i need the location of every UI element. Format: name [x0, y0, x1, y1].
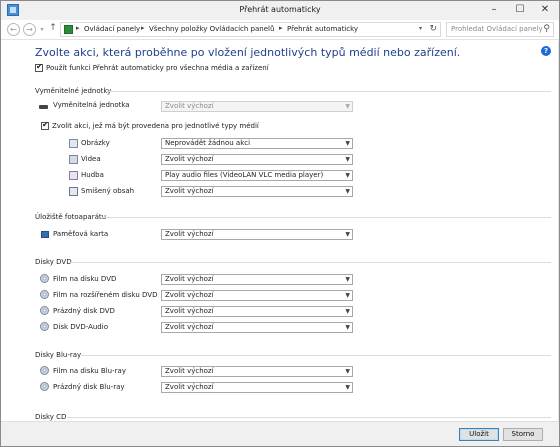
save-button[interactable]: Uložit — [459, 428, 499, 441]
memory-card-icon — [41, 231, 49, 238]
bluray-movie-action-select[interactable]: Zvolit výchozí ▼ — [161, 366, 353, 377]
removable-drive-select: Zvolit výchozí ▼ — [161, 101, 353, 112]
removable-drive-label: Vyměnitelná jednotka — [53, 101, 130, 109]
blank-dvd-action-select[interactable]: Zvolit výchozí ▼ — [161, 306, 353, 317]
pictures-action-select[interactable]: Neprovádět žádnou akci ▼ — [161, 138, 353, 149]
back-arrow-icon[interactable]: ← — [7, 23, 20, 36]
recent-locations-chevron-icon[interactable]: ▾ — [38, 24, 46, 37]
cancel-button[interactable]: Storno — [503, 428, 543, 441]
dvd-audio-action-select[interactable]: Zvolit výchozí ▼ — [161, 322, 353, 333]
page-heading: Zvolte akci, která proběhne po vložení j… — [35, 46, 461, 59]
use-autoplay-label[interactable]: Použít funkci Přehrát automaticky pro vš… — [46, 64, 269, 72]
control-panel-icon — [64, 25, 73, 34]
refresh-icon[interactable]: ↻ — [429, 24, 437, 34]
video-action-select[interactable]: Zvolit výchozí ▼ — [161, 154, 353, 165]
video-icon — [69, 155, 78, 164]
maximize-button[interactable]: ☐ — [507, 1, 533, 20]
chevron-down-icon: ▼ — [345, 140, 350, 147]
pictures-icon — [69, 139, 78, 148]
navigation-bar: ← → ▾ ↑ ▸ Ovládací panely ▸ Všechny polo… — [1, 20, 559, 40]
memory-card-label: Paměťová karta — [53, 230, 109, 238]
section-divider — [69, 262, 551, 263]
dvd-disc-icon — [40, 306, 49, 315]
close-button[interactable]: ✕ — [531, 1, 559, 20]
media-label-mixed: Smíšený obsah — [81, 187, 135, 195]
chevron-down-icon: ▼ — [345, 384, 350, 391]
search-placeholder: Prohledat Ovládací panely — [451, 25, 543, 33]
address-bar[interactable]: ▸ Ovládací panely ▸ Všechny položky Ovlá… — [60, 22, 441, 37]
autoplay-window: Přehrát automaticky – ☐ ✕ ← → ▾ ↑ ▸ Ovlá… — [0, 0, 560, 447]
forward-arrow-icon[interactable]: → — [23, 23, 36, 36]
media-label-pictures: Obrázky — [81, 139, 110, 147]
chevron-down-icon: ▼ — [345, 324, 350, 331]
dvd-disc-icon — [40, 322, 49, 331]
section-title-cd: Disky CD — [35, 413, 67, 421]
chevron-down-icon: ▼ — [345, 103, 350, 110]
section-title-removable: Vyměnitelné jednotky — [35, 87, 112, 95]
chevron-down-icon: ▼ — [345, 292, 350, 299]
bluray-disc-icon — [40, 366, 49, 375]
breadcrumb-separator-icon[interactable]: ▸ — [279, 24, 283, 32]
section-title-bluray: Disky Blu-ray — [35, 351, 82, 359]
search-box[interactable]: Prohledat Ovládací panely ⚲ — [446, 22, 554, 37]
mixed-content-icon — [69, 187, 78, 196]
address-dropdown-chevron-icon[interactable]: ▾ — [419, 25, 422, 32]
media-label-music: Hudba — [81, 171, 104, 179]
breadcrumb-control-panel[interactable]: Ovládací panely — [84, 25, 140, 33]
chevron-down-icon: ▼ — [345, 276, 350, 283]
dvd-disc-icon — [40, 274, 49, 283]
bluray-movie-label: Film na disku Blu-ray — [53, 367, 126, 375]
memory-card-action-select[interactable]: Zvolit výchozí ▼ — [161, 229, 353, 240]
title-bar[interactable]: Přehrát automaticky – ☐ ✕ — [1, 1, 559, 20]
chevron-down-icon: ▼ — [345, 156, 350, 163]
breadcrumb-autoplay[interactable]: Přehrát automaticky — [287, 25, 358, 33]
search-icon[interactable]: ⚲ — [543, 24, 550, 34]
blank-bluray-action-select[interactable]: Zvolit výchozí ▼ — [161, 382, 353, 393]
section-title-camera: Úložiště fotoaparátu — [35, 213, 107, 221]
dvd-movie-label: Film na disku DVD — [53, 275, 117, 283]
mixed-content-action-select[interactable]: Zvolit výchozí ▼ — [161, 186, 353, 197]
chevron-down-icon: ▼ — [345, 172, 350, 179]
breadcrumb-all-items[interactable]: Všechny položky Ovládacích panelů — [149, 25, 274, 33]
blank-dvd-label: Prázdný disk DVD — [53, 307, 115, 315]
per-media-type-checkbox[interactable] — [41, 120, 49, 130]
media-label-video: Videa — [81, 155, 101, 163]
use-autoplay-checkbox[interactable] — [35, 62, 43, 72]
breadcrumb-separator-icon[interactable]: ▸ — [141, 24, 145, 32]
help-icon[interactable]: ? — [541, 46, 551, 56]
settings-content: ? Zvolte akci, která proběhne po vložení… — [1, 41, 559, 421]
removable-drive-icon — [39, 105, 48, 109]
dvd-audio-label: Disk DVD-Audio — [53, 323, 108, 331]
section-divider — [101, 217, 551, 218]
per-media-type-label[interactable]: Zvolit akci, jež má být provedena pro je… — [52, 122, 259, 130]
chevron-down-icon: ▼ — [345, 368, 350, 375]
music-action-select[interactable]: Play audio files (VideoLAN VLC media pla… — [161, 170, 353, 181]
bluray-disc-icon — [40, 382, 49, 391]
chevron-down-icon: ▼ — [345, 231, 350, 238]
section-title-dvd: Disky DVD — [35, 258, 72, 266]
section-divider — [81, 355, 551, 356]
enhanced-dvd-movie-label: Film na rozšířeném disku DVD — [53, 291, 158, 299]
section-divider — [67, 417, 551, 418]
enhanced-dvd-movie-action-select[interactable]: Zvolit výchozí ▼ — [161, 290, 353, 301]
minimize-button[interactable]: – — [481, 1, 507, 20]
dvd-disc-icon — [40, 290, 49, 299]
blank-bluray-label: Prázdný disk Blu-ray — [53, 383, 125, 391]
music-icon — [69, 171, 78, 180]
window-title: Přehrát automaticky — [239, 5, 321, 14]
dvd-movie-action-select[interactable]: Zvolit výchozí ▼ — [161, 274, 353, 285]
section-divider — [107, 91, 551, 92]
content-edge — [558, 41, 559, 421]
dialog-footer: Uložit Storno — [1, 421, 559, 446]
chevron-down-icon: ▼ — [345, 188, 350, 195]
up-arrow-icon[interactable]: ↑ — [48, 23, 58, 36]
breadcrumb-separator-icon[interactable]: ▸ — [76, 24, 80, 32]
chevron-down-icon: ▼ — [345, 308, 350, 315]
